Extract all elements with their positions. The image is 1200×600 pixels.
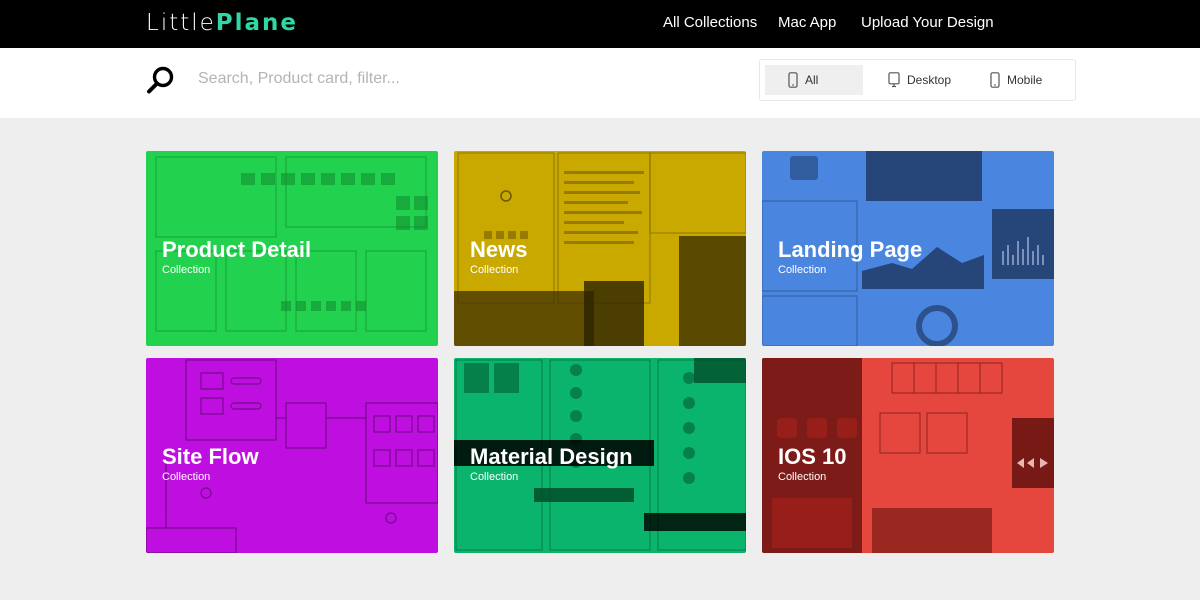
collection-card-ios-10[interactable]: IOS 10 Collection [762, 358, 1054, 553]
card-title: News [470, 237, 528, 262]
card-subtitle: Collection [470, 264, 519, 276]
collection-card-product-detail[interactable]: Product Detail Collection [146, 151, 438, 346]
card-title: Product Detail [162, 237, 312, 262]
collection-card-news[interactable]: News Collection [454, 151, 746, 346]
card-title: Site Flow [162, 444, 259, 469]
filter-mobile-label: Mobile [1007, 73, 1043, 87]
logo-text-light: Little [146, 10, 216, 36]
filter-all-button[interactable]: All [765, 65, 863, 95]
logo-text-bold: Plane [215, 10, 299, 36]
desktop-icon [888, 72, 900, 88]
search-icon[interactable] [146, 65, 176, 95]
collection-card-site-flow[interactable]: Site Flow Collection [146, 358, 438, 553]
mobile-icon [788, 72, 798, 88]
card-subtitle: Collection [470, 471, 519, 483]
card-subtitle: Collection [778, 471, 827, 483]
card-title: Landing Page [778, 237, 923, 262]
filter-mobile-button[interactable]: Mobile [990, 65, 1070, 95]
card-subtitle: Collection [778, 264, 827, 276]
logo[interactable]: Little Plane [146, 8, 298, 38]
collection-card-landing-page[interactable]: Landing Page Collection [762, 151, 1054, 346]
search-bar: All Desktop Mobile [0, 48, 1200, 118]
search-input[interactable] [198, 66, 718, 92]
mobile-icon [990, 72, 1000, 88]
card-title: IOS 10 [778, 444, 847, 469]
nav-mac-app[interactable]: Mac App [778, 14, 836, 31]
card-subtitle: Collection [162, 264, 211, 276]
card-title: Material Design [470, 444, 633, 469]
top-bar: Little Plane All Collections Mac App Upl… [0, 0, 1200, 48]
card-subtitle: Collection [162, 471, 211, 483]
filter-desktop-label: Desktop [907, 73, 952, 87]
filter-desktop-button[interactable]: Desktop [888, 65, 988, 95]
nav-all-collections[interactable]: All Collections [663, 14, 757, 31]
device-filter: All Desktop Mobile [759, 59, 1076, 101]
collection-card-material-design[interactable]: Material Design Collection [454, 358, 746, 553]
nav-upload-design[interactable]: Upload Your Design [861, 14, 994, 31]
filter-all-label: All [805, 73, 819, 87]
